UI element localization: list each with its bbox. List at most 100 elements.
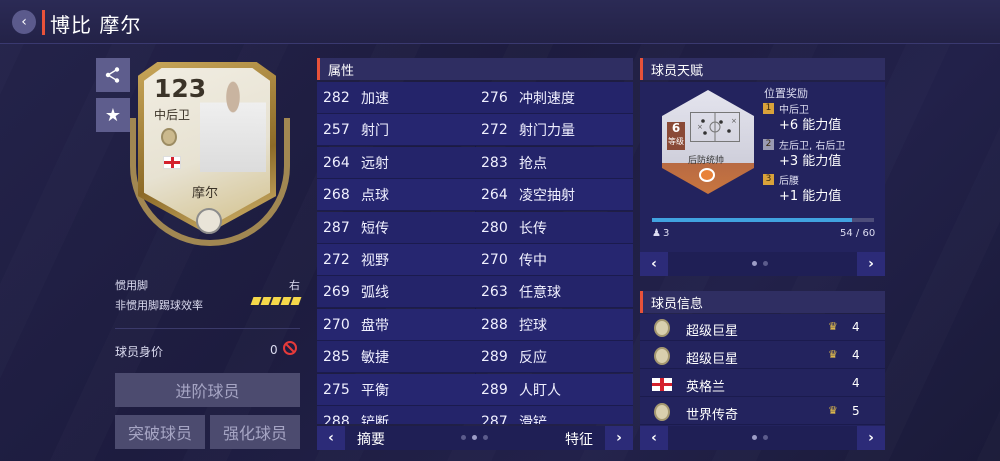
attribute-name: 冲刺速度 bbox=[519, 91, 575, 107]
enhance-player-button[interactable]: 强化球员 bbox=[210, 415, 300, 449]
attribute-row: 285 敏捷 289 反应 bbox=[317, 341, 633, 374]
attribute-value: 275 bbox=[323, 381, 350, 398]
back-button[interactable]: ‹ bbox=[12, 10, 36, 34]
talent-progress-fill bbox=[652, 218, 852, 222]
card-player-name: 摩尔 bbox=[192, 186, 219, 201]
bonus-rank: 1 bbox=[763, 103, 774, 114]
attribute-value: 285 bbox=[323, 349, 350, 366]
attribute-value: 280 bbox=[481, 219, 508, 236]
player-card[interactable]: 123 中后卫 摩尔 bbox=[130, 58, 290, 246]
attribute-name: 射门 bbox=[361, 123, 389, 140]
page-dot bbox=[763, 435, 768, 440]
attribute-value: 263 bbox=[481, 284, 508, 301]
attribute-value: 289 bbox=[481, 381, 508, 398]
attribute-value: 257 bbox=[323, 122, 350, 139]
share-button[interactable] bbox=[96, 58, 130, 92]
attribute-cell: 282 加速 bbox=[323, 82, 389, 114]
favorite-button[interactable]: ★ bbox=[96, 98, 130, 132]
chevron-right-icon: › bbox=[868, 256, 874, 272]
attributes-prev-button[interactable]: ‹ bbox=[317, 426, 345, 450]
attribute-name: 滑铲 bbox=[519, 415, 547, 424]
attribute-value: 289 bbox=[481, 349, 508, 366]
breakthrough-player-button[interactable]: 突破球员 bbox=[115, 415, 205, 449]
player-info-row[interactable]: 超级巨星 ♛ 4 bbox=[640, 342, 885, 369]
player-info-row[interactable]: 英格兰 4 bbox=[640, 370, 885, 397]
page-dots bbox=[752, 435, 768, 440]
attribute-row: 268 点球 264 凌空抽射 bbox=[317, 179, 633, 212]
title-accent bbox=[42, 10, 45, 35]
attribute-name: 弧线 bbox=[361, 285, 389, 302]
ball-icon bbox=[699, 168, 715, 182]
attribute-value: 288 bbox=[481, 316, 508, 333]
chevron-left-icon: ‹ bbox=[651, 430, 657, 446]
talent-next-button[interactable]: › bbox=[857, 252, 885, 276]
attribute-value: 269 bbox=[323, 284, 350, 301]
attribute-row: 282 加速 276 冲刺速度 bbox=[317, 82, 633, 114]
attribute-cell: 270 盘带 bbox=[323, 309, 389, 341]
attribute-cell: 270 传中 bbox=[481, 244, 547, 276]
attribute-cell: 264 凌空抽射 bbox=[481, 179, 575, 211]
talent-progress-text: 54 / 60 bbox=[840, 228, 876, 239]
tactics-board-icon: × × bbox=[690, 112, 740, 142]
svg-text:×: × bbox=[731, 117, 737, 125]
attribute-value: 282 bbox=[323, 90, 350, 106]
attribute-cell: 264 远射 bbox=[323, 147, 389, 179]
attribute-name: 铲断 bbox=[361, 415, 389, 424]
player-info-level: 4 bbox=[852, 348, 860, 362]
icon-badge-icon bbox=[161, 128, 177, 146]
attribute-row: 270 盘带 288 控球 bbox=[317, 308, 633, 341]
attribute-name: 长传 bbox=[519, 220, 547, 237]
weak-foot-label: 非惯用脚踢球效率 bbox=[115, 299, 203, 312]
attribute-name: 盘带 bbox=[361, 317, 389, 334]
attribute-cell: 276 冲刺速度 bbox=[481, 82, 575, 114]
crown-icon: ♛ bbox=[828, 320, 838, 333]
talent-header: 球员天赋 bbox=[640, 58, 885, 80]
player-info-row[interactable]: 超级巨星 ♛ 4 bbox=[640, 314, 885, 341]
card-rating: 123 bbox=[154, 74, 207, 103]
page-dot-active bbox=[472, 435, 477, 440]
icon-badge-icon bbox=[654, 403, 670, 421]
page-dot-active bbox=[752, 435, 757, 440]
attribute-name: 敏捷 bbox=[361, 350, 389, 367]
attribute-cell: 269 弧线 bbox=[323, 276, 389, 308]
page-title: 博比 摩尔 bbox=[50, 13, 142, 37]
page-dots bbox=[752, 261, 768, 266]
attribute-value: 276 bbox=[481, 90, 508, 106]
attributes-footer: ‹ 摘要 特征 › bbox=[317, 426, 633, 450]
advance-player-button[interactable]: 进阶球员 bbox=[115, 373, 300, 407]
bonus-value: +1 能力值 bbox=[779, 189, 842, 204]
attributes-next-button[interactable]: › bbox=[605, 426, 633, 450]
player-info-level: 5 bbox=[852, 404, 860, 418]
attribute-row: 287 短传 280 长传 bbox=[317, 211, 633, 244]
attribute-value: 270 bbox=[323, 316, 350, 333]
england-flag-icon bbox=[652, 378, 672, 391]
preferred-foot-label: 惯用脚 bbox=[115, 279, 148, 292]
attribute-value: 283 bbox=[481, 154, 508, 171]
player-info-prev-button[interactable]: ‹ bbox=[640, 426, 668, 450]
rating-pip bbox=[290, 297, 302, 305]
chevron-right-icon: › bbox=[868, 430, 874, 446]
attributes-list[interactable]: 282 加速 276 冲刺速度 257 射门 272 射门力量 264 远射 283 抢点 268 点球 2… bbox=[317, 82, 633, 424]
player-info-next-button[interactable]: › bbox=[857, 426, 885, 450]
attribute-name: 射门力量 bbox=[519, 123, 575, 140]
attribute-cell: 268 点球 bbox=[323, 179, 389, 211]
attribute-name: 任意球 bbox=[519, 285, 561, 302]
attribute-name: 抢点 bbox=[519, 155, 547, 172]
talent-level-badge: 6 等级 bbox=[667, 122, 685, 150]
attribute-cell: 289 人盯人 bbox=[481, 374, 561, 406]
attribute-row: 257 射门 272 射门力量 bbox=[317, 114, 633, 147]
player-info-text: 超级巨星 bbox=[686, 324, 739, 339]
attribute-name: 凌空抽射 bbox=[519, 188, 575, 205]
attribute-cell: 288 控球 bbox=[481, 309, 547, 341]
page-dot-active bbox=[752, 261, 757, 266]
attribute-name: 加速 bbox=[361, 91, 389, 107]
england-flag-icon bbox=[163, 156, 181, 169]
chevron-left-icon: ‹ bbox=[651, 256, 657, 272]
summary-tab[interactable]: 摘要 bbox=[357, 429, 385, 449]
attribute-value: 264 bbox=[481, 187, 508, 204]
attribute-cell: 272 射门力量 bbox=[481, 114, 575, 146]
player-info-row[interactable]: 世界传奇 ♛ 5 bbox=[640, 398, 885, 425]
talent-prev-button[interactable]: ‹ bbox=[640, 252, 668, 276]
traits-tab[interactable]: 特征 bbox=[565, 429, 593, 449]
attribute-value: 272 bbox=[323, 252, 350, 268]
